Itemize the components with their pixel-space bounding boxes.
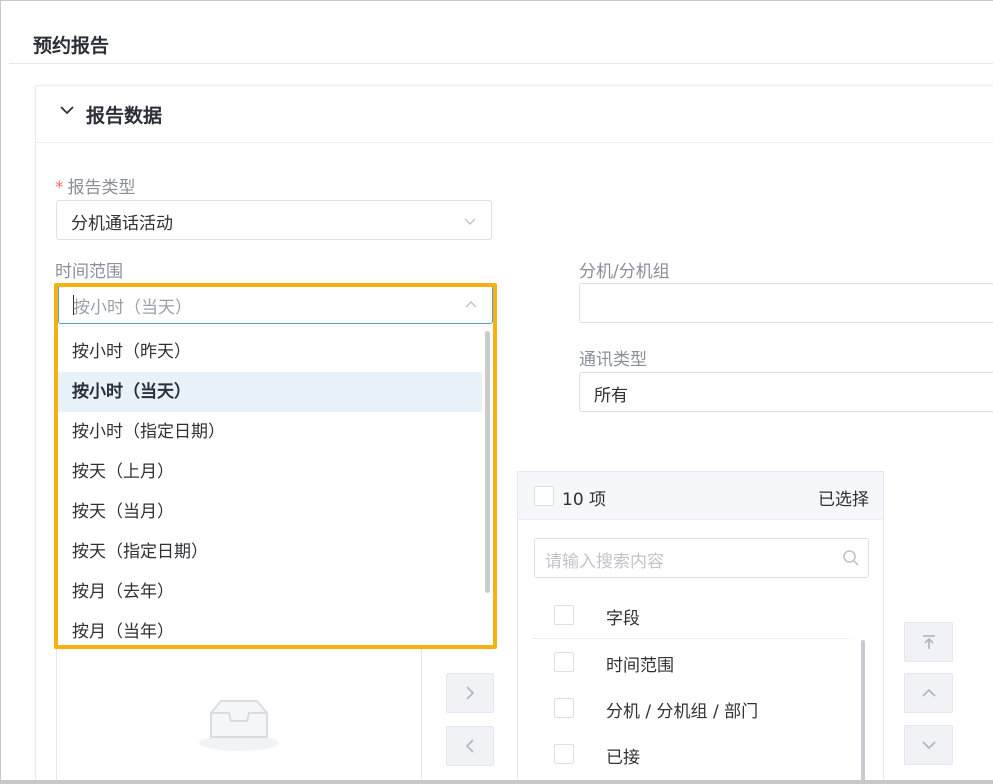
extension-select[interactable] — [579, 283, 993, 323]
report-type-label-text: 报告类型 — [67, 178, 136, 198]
selected-label: 已选择 — [818, 490, 869, 510]
dropdown-option[interactable]: 按月（去年） — [58, 572, 482, 612]
empty-box-icon — [199, 700, 279, 751]
dropdown-scrollbar[interactable] — [485, 331, 490, 593]
list-scrollbar[interactable] — [861, 640, 865, 780]
transfer-left-button[interactable] — [446, 726, 494, 766]
chevron-left-icon — [465, 739, 474, 753]
chevron-down-icon — [463, 213, 477, 227]
chevron-down-icon[interactable] — [57, 100, 77, 120]
row-checkbox[interactable] — [554, 605, 574, 625]
chevron-up-icon — [921, 688, 936, 697]
time-range-value: 按小时（当天） — [73, 298, 192, 318]
list-item-label: 分机 / 分机组 / 部门 — [606, 702, 759, 722]
search-placeholder: 请输入搜索内容 — [545, 552, 664, 572]
report-data-header[interactable]: 报告数据 — [36, 86, 993, 143]
row-checkbox[interactable] — [554, 698, 574, 718]
comm-type-label: 通讯类型 — [579, 350, 647, 370]
transfer-right-header: 10 项 已选择 — [518, 472, 883, 520]
list-item[interactable]: 已接 — [532, 732, 849, 778]
comm-type-select[interactable]: 所有 — [579, 372, 993, 412]
list-item-label: 时间范围 — [606, 656, 674, 676]
move-down-button[interactable] — [904, 725, 953, 765]
list-item[interactable]: 分机 / 分机组 / 部门 — [532, 686, 849, 732]
comm-type-value: 所有 — [594, 386, 628, 406]
row-checkbox[interactable] — [554, 652, 574, 672]
move-to-top-button[interactable] — [904, 622, 953, 662]
chevron-right-icon — [466, 686, 475, 700]
move-top-icon — [922, 635, 935, 649]
dropdown-option-selected[interactable]: 按小时（当天） — [58, 372, 482, 412]
list-item[interactable]: 时间范围 — [532, 640, 849, 686]
page-header: 预约报告 — [9, 9, 993, 64]
dropdown-option[interactable]: 按天（上月） — [58, 452, 482, 492]
time-range-select[interactable]: 按小时（当天） — [58, 284, 493, 324]
dropdown-option[interactable]: 按小时（指定日期） — [58, 412, 482, 452]
report-type-value: 分机通话活动 — [71, 214, 173, 234]
item-count: 10 项 — [562, 490, 607, 510]
transfer-right-button[interactable] — [446, 673, 494, 713]
select-all-checkbox[interactable] — [534, 486, 554, 506]
section-title: 报告数据 — [86, 105, 163, 127]
transfer-right-panel: 10 项 已选择 请输入搜索内容 字段 时间范围 分机 / 分机组 / 部门 已… — [517, 471, 884, 780]
report-type-select[interactable]: 分机通话活动 — [56, 200, 492, 240]
required-mark: * — [55, 178, 64, 198]
search-icon — [842, 549, 860, 567]
extension-label: 分机/分机组 — [579, 262, 670, 282]
page-frame: 预约报告 报告数据 * 报告类型 分机通话活动 时间范围 按小时（当天） 分机/分… — [0, 0, 993, 784]
dropdown-option[interactable]: 按天（指定日期） — [58, 532, 482, 572]
move-up-button[interactable] — [904, 673, 953, 713]
list-item-label: 已接 — [606, 748, 640, 768]
dropdown-option[interactable]: 按天（当月） — [58, 492, 482, 532]
dropdown-option[interactable]: 按月（当年） — [58, 612, 482, 645]
list-header-row: 字段 — [532, 593, 849, 639]
page-title: 预约报告 — [33, 35, 110, 57]
report-type-label: * 报告类型 — [55, 173, 136, 198]
transfer-search-input[interactable]: 请输入搜索内容 — [534, 538, 869, 578]
time-range-dropdown: 按小时（昨天） 按小时（当天） 按小时（指定日期） 按天（上月） 按天（当月） … — [58, 327, 493, 645]
time-range-label: 时间范围 — [55, 262, 123, 282]
chevron-up-icon — [464, 297, 478, 311]
dropdown-option[interactable]: 按小时（昨天） — [58, 332, 482, 372]
list-item-label: 字段 — [606, 609, 640, 629]
row-checkbox[interactable] — [554, 744, 574, 764]
chevron-down-icon — [921, 741, 936, 750]
